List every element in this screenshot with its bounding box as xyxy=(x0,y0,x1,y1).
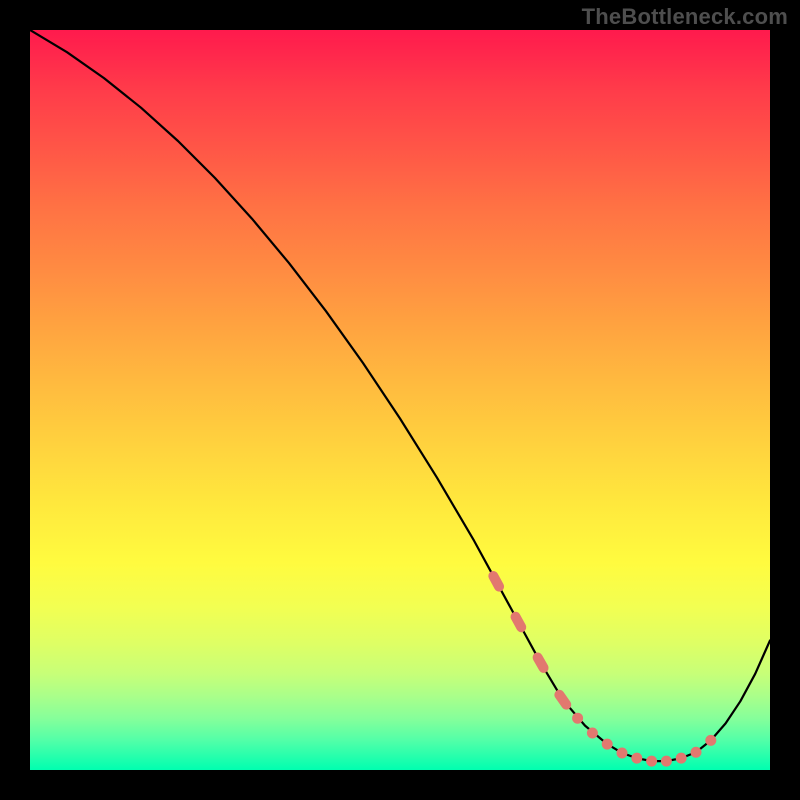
curve-marker xyxy=(632,753,642,763)
curve-marker xyxy=(587,728,597,738)
curve-marker xyxy=(691,747,701,757)
curve-marker xyxy=(573,713,583,723)
marker-group xyxy=(487,569,716,766)
curve-marker xyxy=(602,739,612,749)
curve-marker xyxy=(531,651,551,675)
curve-marker xyxy=(487,569,506,593)
plot-area xyxy=(30,30,770,770)
watermark-text: TheBottleneck.com xyxy=(582,4,788,30)
bottleneck-curve xyxy=(30,30,770,761)
curve-marker xyxy=(706,735,716,745)
curve-marker xyxy=(647,756,657,766)
curve-marker xyxy=(676,753,686,763)
curve-marker xyxy=(509,610,528,634)
curve-marker xyxy=(617,748,627,758)
curve-marker xyxy=(661,756,671,766)
curve-svg xyxy=(30,30,770,770)
